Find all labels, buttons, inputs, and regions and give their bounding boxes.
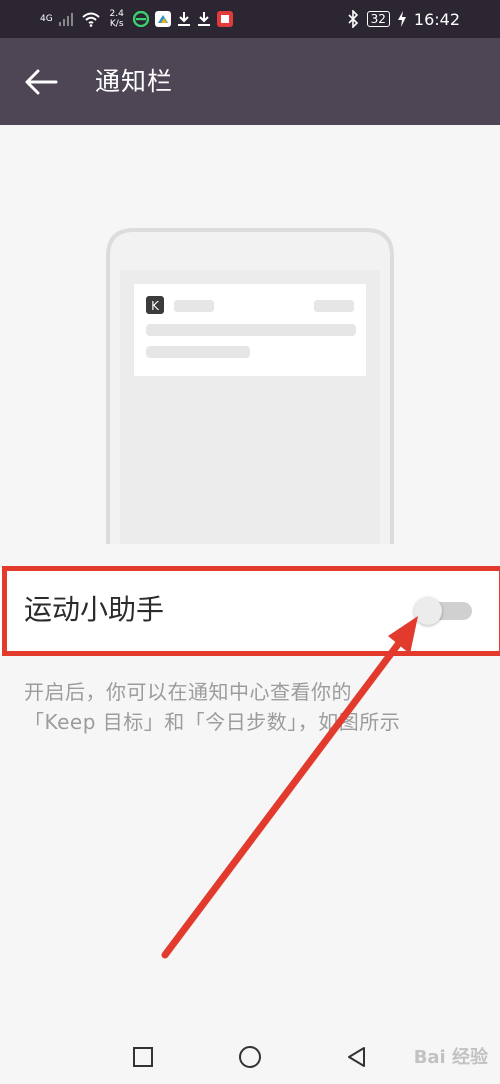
- charging-icon: [397, 11, 406, 27]
- toggle-knob: [414, 597, 442, 625]
- network-speed-unit: K/s: [109, 19, 124, 29]
- clock: 16:42: [413, 9, 460, 29]
- sport-assistant-toggle[interactable]: [414, 593, 474, 627]
- back-arrow-icon[interactable]: [22, 62, 62, 102]
- setting-description: 开启后，你可以在通知中心查看你的 「Keep 目标」和「今日步数」，如图所示: [24, 677, 484, 737]
- app-notification-icon: [154, 11, 171, 27]
- status-bar-right: 32 16:42: [347, 6, 460, 32]
- signal-icon: [58, 13, 73, 26]
- description-line-1: 开启后，你可以在通知中心查看你的: [24, 680, 352, 704]
- description-line-2: 「Keep 目标」和「今日步数」，如图所示: [24, 710, 401, 734]
- network-speed: 2.4 K/s: [107, 9, 127, 29]
- battery-level: 32: [366, 11, 390, 27]
- home-circle-icon[interactable]: [237, 1044, 263, 1070]
- bluetooth-icon: [348, 10, 358, 28]
- status-bar: 4G 2.4 K/s 32 16:42: [0, 0, 500, 38]
- wifi-icon: [82, 12, 100, 27]
- news-app-icon: [216, 11, 233, 27]
- browser-e-icon: [132, 11, 149, 27]
- recent-apps-square-icon[interactable]: [130, 1044, 156, 1070]
- sport-assistant-setting-row[interactable]: 运动小助手: [0, 566, 500, 654]
- app-bar: 通知栏: [0, 38, 500, 125]
- download-icon: [177, 12, 190, 26]
- sport-assistant-label: 运动小助手: [24, 593, 165, 626]
- page-title: 通知栏: [95, 67, 174, 96]
- baidu-watermark: Bai 经验: [413, 1047, 488, 1068]
- status-bar-left: 4G 2.4 K/s: [40, 6, 233, 32]
- download-icon: [197, 12, 210, 26]
- network-speed-value: 2.4: [109, 9, 124, 19]
- preview-app-icon-letter: K: [151, 299, 160, 313]
- network-type: 4G: [40, 14, 53, 24]
- notification-preview-illustration: K: [106, 228, 394, 544]
- back-triangle-icon[interactable]: [344, 1044, 370, 1070]
